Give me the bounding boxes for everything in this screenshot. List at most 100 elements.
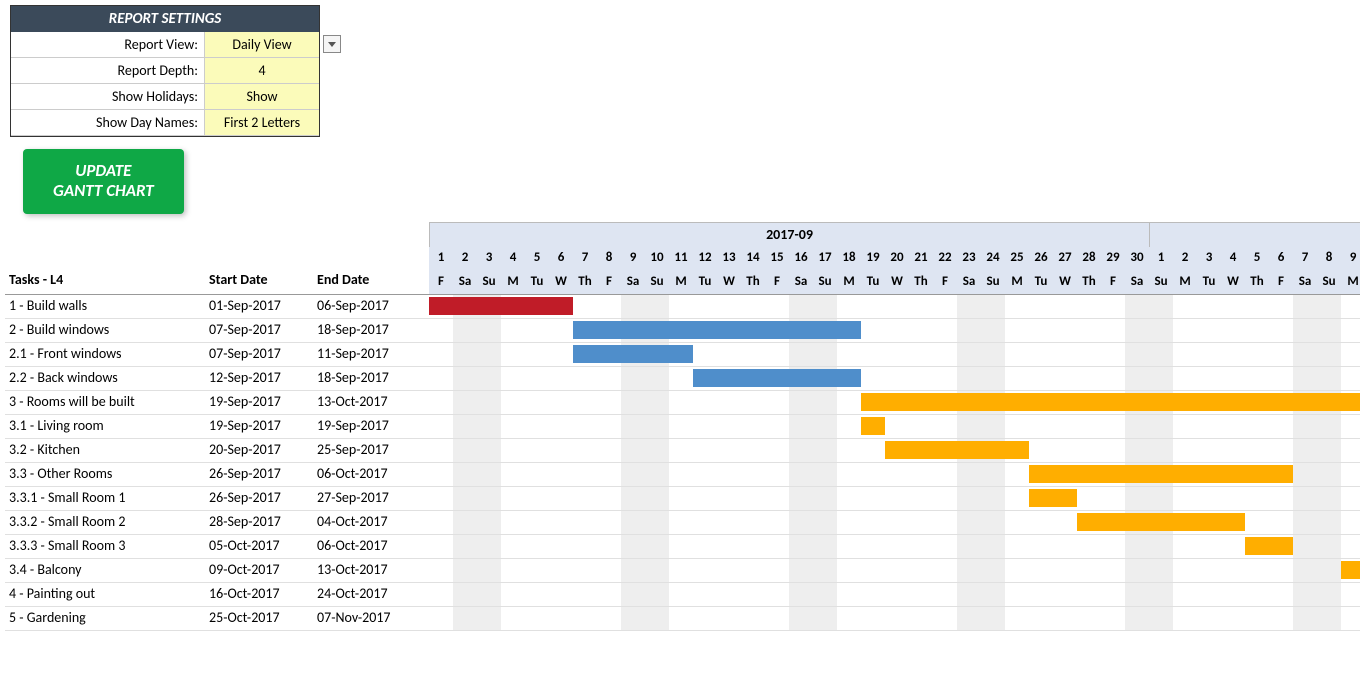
gantt-bar[interactable]	[1341, 561, 1360, 579]
task-row[interactable]: 3.3.3 - Small Room 305-Oct-201706-Oct-20…	[5, 535, 429, 559]
timeline-cell	[837, 559, 861, 582]
task-row[interactable]: 1 - Build walls01-Sep-201706-Sep-2017	[5, 295, 429, 319]
timeline-cell	[789, 439, 813, 462]
task-row[interactable]: 2 - Build windows07-Sep-201718-Sep-2017	[5, 319, 429, 343]
timeline-cell	[1029, 415, 1053, 438]
task-row[interactable]: 3.1 - Living room19-Sep-201719-Sep-2017	[5, 415, 429, 439]
timeline-cell	[1293, 415, 1317, 438]
gantt-bar[interactable]	[1245, 537, 1293, 555]
timeline-cell	[1101, 439, 1125, 462]
task-row[interactable]: 3.2 - Kitchen20-Sep-201725-Sep-2017	[5, 439, 429, 463]
timeline-cell	[981, 487, 1005, 510]
timeline-cell	[549, 487, 573, 510]
task-row[interactable]: 3.3 - Other Rooms26-Sep-201706-Oct-2017	[5, 463, 429, 487]
timeline-cell	[717, 535, 741, 558]
update-gantt-button[interactable]: UPDATEGANTT CHART	[23, 149, 184, 214]
timeline-cell	[1077, 583, 1101, 606]
timeline-cell	[1005, 463, 1029, 486]
gantt-bar[interactable]	[1029, 465, 1293, 483]
task-end-cell: 11-Sep-2017	[313, 343, 429, 366]
timeline-cell	[789, 487, 813, 510]
gantt-bar[interactable]	[1077, 513, 1245, 531]
timeline-cell	[813, 295, 837, 318]
timeline-cell	[789, 583, 813, 606]
timeline-cell	[909, 295, 933, 318]
gantt-bar[interactable]	[1029, 489, 1077, 507]
timeline-cell	[1197, 367, 1221, 390]
timeline-dayname-cell: F	[429, 271, 453, 294]
gantt-bar[interactable]	[693, 369, 861, 387]
timeline-cell	[1125, 535, 1149, 558]
task-row[interactable]: 2.1 - Front windows07-Sep-201711-Sep-201…	[5, 343, 429, 367]
timeline-cell	[981, 511, 1005, 534]
task-end-cell: 18-Sep-2017	[313, 319, 429, 342]
timeline: 2017-09 12345678910111213141516171819202…	[429, 222, 1360, 631]
task-row[interactable]: 3.3.1 - Small Room 126-Sep-201727-Sep-20…	[5, 487, 429, 511]
settings-value[interactable]: Show	[204, 84, 319, 110]
settings-label: Show Day Names:	[11, 110, 204, 136]
timeline-cell	[645, 391, 669, 414]
timeline-row	[429, 415, 1360, 439]
gantt-bar[interactable]	[573, 345, 693, 363]
gantt-bar[interactable]	[885, 441, 1029, 459]
settings-value[interactable]: Daily View	[204, 32, 319, 58]
timeline-cell	[717, 463, 741, 486]
timeline-cell	[645, 439, 669, 462]
timeline-cell	[1317, 463, 1341, 486]
timeline-cell	[933, 319, 957, 342]
timeline-cell	[477, 391, 501, 414]
timeline-cell	[453, 607, 477, 630]
timeline-cell	[621, 487, 645, 510]
gantt-bar[interactable]	[573, 321, 861, 339]
timeline-cell	[573, 535, 597, 558]
timeline-cell	[669, 367, 693, 390]
timeline-row	[429, 367, 1360, 391]
timeline-cell	[861, 559, 885, 582]
timeline-cell	[909, 367, 933, 390]
task-row[interactable]: 2.2 - Back windows12-Sep-201718-Sep-2017	[5, 367, 429, 391]
timeline-cell	[1101, 559, 1125, 582]
task-start-cell: 09-Oct-2017	[205, 559, 313, 582]
settings-value[interactable]: First 2 Letters	[204, 110, 319, 136]
gantt-bar[interactable]	[861, 393, 1360, 411]
timeline-cell	[1005, 535, 1029, 558]
timeline-dayname-row: FSaSuMTuWThFSaSuMTuWThFSaSuMTuWThFSaSuMT…	[429, 271, 1360, 295]
timeline-cell	[1005, 487, 1029, 510]
timeline-cell	[1053, 535, 1077, 558]
timeline-row	[429, 583, 1360, 607]
timeline-cell	[1101, 607, 1125, 630]
timeline-cell	[1005, 559, 1029, 582]
task-start-cell: 19-Sep-2017	[205, 391, 313, 414]
task-end-cell: 06-Sep-2017	[313, 295, 429, 318]
settings-value[interactable]: 4	[204, 58, 319, 84]
timeline-cell	[885, 511, 909, 534]
timeline-cell	[429, 391, 453, 414]
timeline-cell	[501, 559, 525, 582]
timeline-cell	[573, 367, 597, 390]
task-row[interactable]: 5 - Gardening25-Oct-201707-Nov-2017	[5, 607, 429, 631]
task-row[interactable]: 3 - Rooms will be built19-Sep-201713-Oct…	[5, 391, 429, 415]
gantt-bar[interactable]	[429, 297, 573, 315]
timeline-cell	[597, 607, 621, 630]
timeline-cell	[933, 487, 957, 510]
timeline-cell	[1149, 559, 1173, 582]
timeline-cell	[453, 319, 477, 342]
gantt-bar[interactable]	[861, 417, 885, 435]
task-end-cell: 04-Oct-2017	[313, 511, 429, 534]
timeline-cell	[981, 535, 1005, 558]
task-row[interactable]: 4 - Painting out16-Oct-201724-Oct-2017	[5, 583, 429, 607]
timeline-cell	[885, 295, 909, 318]
timeline-cell	[861, 295, 885, 318]
task-row[interactable]: 3.4 - Balcony09-Oct-201713-Oct-2017	[5, 559, 429, 583]
timeline-cell	[1005, 415, 1029, 438]
dropdown-icon[interactable]	[323, 35, 341, 53]
task-row[interactable]: 3.3.2 - Small Room 228-Sep-201704-Oct-20…	[5, 511, 429, 535]
timeline-cell	[837, 343, 861, 366]
timeline-cell	[549, 343, 573, 366]
timeline-cell	[933, 535, 957, 558]
timeline-dayname-cell: F	[1269, 271, 1293, 294]
timeline-cell	[909, 607, 933, 630]
timeline-cell	[885, 535, 909, 558]
timeline-cell	[1245, 343, 1269, 366]
timeline-cell	[933, 583, 957, 606]
